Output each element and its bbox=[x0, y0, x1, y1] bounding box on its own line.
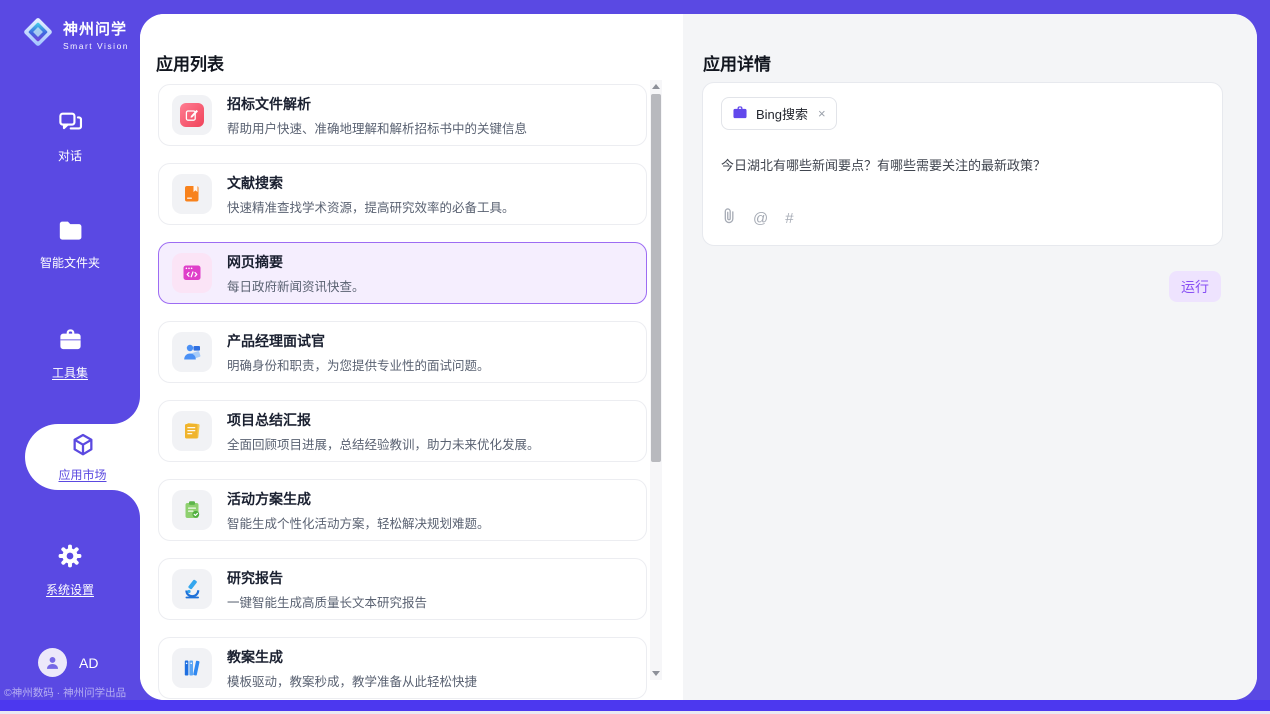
app-item-desc: 快速精准查找学术资源，提高研究效率的必备工具。 bbox=[227, 197, 515, 216]
app-item-desc: 每日政府新闻资讯快查。 bbox=[227, 276, 365, 295]
app-item-title: 研究报告 bbox=[227, 568, 427, 588]
brand-diamond-icon bbox=[20, 14, 56, 55]
app-list-item[interactable]: 活动方案生成 智能生成个性化活动方案，轻松解决规划难题。 bbox=[158, 479, 647, 541]
tool-tag-bing-search[interactable]: Bing搜索 × bbox=[721, 97, 837, 130]
attachment-icon[interactable] bbox=[721, 207, 736, 229]
book-icon bbox=[172, 174, 212, 214]
sidebar-item-label: 对话 bbox=[58, 147, 82, 164]
chat-icon bbox=[57, 110, 84, 140]
bing-briefcase-icon bbox=[732, 105, 748, 123]
app-list-item[interactable]: 教案生成 模板驱动，教案秒成，教学准备从此轻松快捷 bbox=[158, 637, 647, 699]
clipboard-check-icon bbox=[172, 490, 212, 530]
app-item-desc: 明确身份和职责，为您提供专业性的面试问题。 bbox=[227, 355, 490, 374]
books-icon bbox=[172, 648, 212, 688]
sidebar-item-settings[interactable]: 系统设置 bbox=[0, 543, 140, 598]
copyright-text: ©神州数码 · 神州问学出品 bbox=[4, 685, 126, 700]
app-list-item[interactable]: 招标文件解析 帮助用户快速、准确地理解和解析招标书中的关键信息 bbox=[158, 84, 647, 146]
app-list-title: 应用列表 bbox=[156, 50, 224, 75]
sidebar-item-toolset[interactable]: 工具集 bbox=[0, 327, 140, 381]
user-name: AD bbox=[79, 655, 98, 671]
run-button[interactable]: 运行 bbox=[1169, 271, 1221, 302]
sidebar-item-label: 工具集 bbox=[52, 364, 88, 381]
brand-tagline: Smart Vision bbox=[63, 41, 129, 51]
user-profile[interactable]: AD bbox=[38, 648, 98, 677]
bubble-corner-top bbox=[112, 396, 140, 424]
tool-tag-label: Bing搜索 bbox=[756, 104, 808, 123]
app-detail-title: 应用详情 bbox=[703, 50, 771, 75]
brand-logo: 神州问学 Smart Vision bbox=[20, 14, 129, 55]
scrollbar-thumb[interactable] bbox=[651, 94, 661, 462]
app-item-title: 产品经理面试官 bbox=[227, 331, 490, 351]
app-list-pane: 应用列表 招标文件解析 帮助用户快速、准确地理解和解析招标书中的关键信 bbox=[140, 14, 683, 700]
app-item-desc: 全面回顾项目进展，总结经验教训，助力未来优化发展。 bbox=[227, 434, 540, 453]
app-list-item[interactable]: 文献搜索 快速精准查找学术资源，提高研究效率的必备工具。 bbox=[158, 163, 647, 225]
app-list-item[interactable]: 研究报告 一键智能生成高质量长文本研究报告 bbox=[158, 558, 647, 620]
scroll-up-icon[interactable] bbox=[650, 80, 662, 93]
brand-name: 神州问学 bbox=[63, 18, 129, 39]
sidebar-item-chat[interactable]: 对话 bbox=[0, 110, 140, 164]
app-item-title: 项目总结汇报 bbox=[227, 410, 540, 430]
sidebar-item-label: 应用市场 bbox=[58, 466, 106, 483]
app-detail-pane: 应用详情 Bing搜索 × 今日湖北有哪些新闻要点？有哪些需要关注的最新政策？ bbox=[683, 14, 1257, 700]
sidebar-item-label: 系统设置 bbox=[46, 581, 94, 598]
sidebar: 神州问学 Smart Vision 对话 智能文件夹 bbox=[0, 0, 140, 714]
main-panel: 应用列表 招标文件解析 帮助用户快速、准确地理解和解析招标书中的关键信 bbox=[140, 14, 1257, 700]
app-item-title: 招标文件解析 bbox=[227, 94, 527, 114]
app-item-title: 教案生成 bbox=[227, 647, 477, 667]
app-item-title: 网页摘要 bbox=[227, 252, 365, 272]
bubble-corner-bottom bbox=[112, 490, 140, 518]
briefcase-icon bbox=[57, 327, 84, 357]
browser-icon bbox=[172, 253, 212, 293]
folder-icon bbox=[57, 218, 84, 247]
sidebar-item-app-market[interactable]: 应用市场 bbox=[25, 424, 140, 490]
gear-icon bbox=[57, 543, 83, 574]
app-item-desc: 帮助用户快速、准确地理解和解析招标书中的关键信息 bbox=[227, 118, 527, 137]
list-scrollbar[interactable] bbox=[650, 80, 662, 680]
interview-person-icon bbox=[172, 332, 212, 372]
edit-icon bbox=[172, 95, 212, 135]
app-list-item[interactable]: 项目总结汇报 全面回顾项目进展，总结经验教训，助力未来优化发展。 bbox=[158, 400, 647, 462]
cube-icon bbox=[70, 432, 96, 463]
mention-icon[interactable]: @ bbox=[753, 210, 768, 227]
microscope-icon bbox=[172, 569, 212, 609]
bottom-bar bbox=[0, 700, 1270, 711]
prompt-card: Bing搜索 × 今日湖北有哪些新闻要点？有哪些需要关注的最新政策？ @ # bbox=[702, 82, 1223, 246]
sidebar-item-label: 智能文件夹 bbox=[40, 254, 100, 271]
app-list-item[interactable]: 产品经理面试官 明确身份和职责，为您提供专业性的面试问题。 bbox=[158, 321, 647, 383]
app-item-desc: 智能生成个性化活动方案，轻松解决规划难题。 bbox=[227, 513, 490, 532]
app-window: 神州问学 Smart Vision 对话 智能文件夹 bbox=[0, 0, 1270, 714]
prompt-text[interactable]: 今日湖北有哪些新闻要点？有哪些需要关注的最新政策？ bbox=[721, 155, 1204, 174]
remove-tool-icon[interactable]: × bbox=[818, 106, 826, 121]
app-item-desc: 一键智能生成高质量长文本研究报告 bbox=[227, 592, 427, 611]
app-item-title: 活动方案生成 bbox=[227, 489, 490, 509]
composer-toolbar: @ # bbox=[721, 207, 794, 229]
topic-icon[interactable]: # bbox=[785, 210, 793, 227]
app-list: 招标文件解析 帮助用户快速、准确地理解和解析招标书中的关键信息 文献搜索 bbox=[158, 84, 647, 700]
avatar bbox=[38, 648, 67, 677]
app-list-item-selected[interactable]: 网页摘要 每日政府新闻资讯快查。 bbox=[158, 242, 647, 304]
app-item-title: 文献搜索 bbox=[227, 173, 515, 193]
scroll-down-icon[interactable] bbox=[650, 667, 662, 680]
app-item-desc: 模板驱动，教案秒成，教学准备从此轻松快捷 bbox=[227, 671, 477, 690]
sidebar-item-smart-folder[interactable]: 智能文件夹 bbox=[0, 218, 140, 271]
note-icon bbox=[172, 411, 212, 451]
